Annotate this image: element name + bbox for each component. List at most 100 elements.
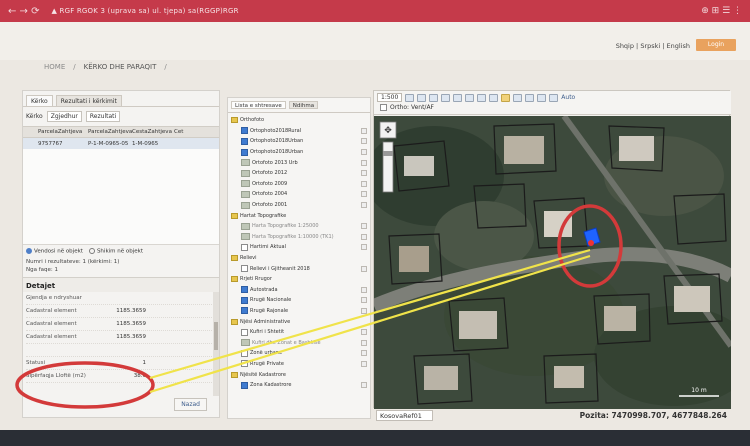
pan-arrows-icon[interactable]: ✥ bbox=[384, 126, 392, 136]
layer-node[interactable]: Ortofoto 2012 bbox=[231, 168, 367, 179]
auto-toggle[interactable]: Auto bbox=[561, 94, 575, 101]
layer-options-icon[interactable] bbox=[361, 286, 367, 293]
layer-node[interactable]: Rrugë Nacionale bbox=[231, 295, 367, 306]
layer-checkbox[interactable] bbox=[241, 243, 248, 251]
layer-options-icon[interactable] bbox=[361, 265, 367, 272]
layer-node[interactable]: Zona Kadastrore bbox=[231, 380, 367, 391]
scrollbar-thumb[interactable] bbox=[214, 321, 218, 350]
layer-checkbox-checked[interactable] bbox=[241, 286, 248, 294]
layer-checkbox[interactable] bbox=[241, 360, 248, 368]
layer-checkbox-checked[interactable] bbox=[241, 137, 248, 145]
layer-options-icon[interactable] bbox=[361, 350, 367, 357]
folder-icon[interactable] bbox=[231, 276, 238, 283]
layer-checkbox[interactable] bbox=[241, 349, 248, 357]
folder-icon[interactable] bbox=[231, 318, 238, 325]
tab-search-results[interactable]: Rezultati i kërkimit bbox=[55, 95, 122, 106]
zoom-in-icon[interactable] bbox=[405, 93, 415, 102]
layer-node[interactable]: Rrugë Private bbox=[231, 359, 367, 370]
radio-option-2[interactable]: Shikim në objekt bbox=[88, 248, 143, 255]
grid-col-4[interactable]: Cet bbox=[174, 129, 194, 135]
radio-option-1[interactable]: Vendosi në objekt bbox=[26, 248, 83, 255]
layer-node[interactable]: Ortofoto 2004 bbox=[231, 189, 367, 200]
layer-options-icon[interactable] bbox=[361, 138, 367, 145]
layer-checkbox-checked[interactable] bbox=[241, 148, 248, 156]
toolbar-checkbox[interactable] bbox=[380, 104, 387, 111]
zoom-slider[interactable] bbox=[382, 141, 394, 193]
layer-options-icon[interactable] bbox=[361, 149, 367, 156]
browser-actions[interactable]: ⊕ ⊞ ☰ ⋮ bbox=[701, 6, 742, 16]
folder-icon[interactable] bbox=[231, 212, 238, 219]
layer-node[interactable]: Ortofoto 2001 bbox=[231, 200, 367, 211]
export-icon[interactable] bbox=[537, 93, 547, 102]
layer-checkbox-checked[interactable] bbox=[241, 127, 248, 135]
layer-node[interactable]: Rrugë Rajonale bbox=[231, 306, 367, 317]
layer-options-icon[interactable] bbox=[361, 159, 367, 166]
layer-node[interactable]: Ortofoto 2009 bbox=[231, 179, 367, 190]
map-pin-icon[interactable] bbox=[588, 240, 594, 246]
layer-options-icon[interactable] bbox=[361, 223, 367, 230]
layer-options-icon[interactable] bbox=[361, 382, 367, 389]
layer-node[interactable]: Autostrada bbox=[231, 285, 367, 296]
home-icon[interactable] bbox=[453, 93, 463, 102]
layer-options-icon[interactable] bbox=[361, 339, 367, 346]
layer-node[interactable]: Njësitë Kadastrore bbox=[231, 369, 367, 380]
layer-options-icon[interactable] bbox=[361, 191, 367, 198]
forward-icon[interactable] bbox=[489, 93, 499, 102]
layer-options-icon[interactable] bbox=[361, 360, 367, 367]
layer-options-icon[interactable] bbox=[361, 180, 367, 187]
radio-selected-icon[interactable] bbox=[26, 248, 32, 254]
tab-layer-list[interactable]: Lista e shtresave bbox=[231, 101, 286, 109]
zoom-out-icon[interactable] bbox=[417, 93, 427, 102]
radio-icon[interactable] bbox=[88, 248, 95, 254]
layer-node[interactable]: Hartimi Aktual bbox=[231, 242, 367, 253]
address-bar[interactable]: ▲ RGF RGOK 3 (uprava sa) ul. tjepa) sa(R… bbox=[52, 7, 239, 15]
layer-options-icon[interactable] bbox=[361, 329, 367, 336]
layer-checkbox-checked[interactable] bbox=[241, 296, 248, 304]
layer-node[interactable]: Harta Topografike 1:25000 bbox=[231, 221, 367, 232]
language-switcher[interactable]: Shqip | Srpski | English bbox=[616, 42, 690, 50]
folder-icon[interactable] bbox=[231, 255, 238, 262]
layer-options-icon[interactable] bbox=[361, 307, 367, 314]
grid-col-3[interactable]: CestaZahtjeva bbox=[132, 129, 174, 135]
tab-search[interactable]: Kërko bbox=[26, 95, 53, 106]
folder-icon[interactable] bbox=[231, 117, 238, 124]
layer-node[interactable]: Rrjeti Rrugor bbox=[231, 274, 367, 285]
layer-node[interactable]: Orthofoto bbox=[231, 115, 367, 126]
back-button[interactable]: Nazad bbox=[174, 398, 207, 411]
grid-col-2[interactable]: ParcelaZahtjeva bbox=[88, 129, 132, 135]
layer-checkbox-checked[interactable] bbox=[241, 381, 248, 389]
layer-node[interactable]: Ortofoto 2013 Urb bbox=[231, 157, 367, 168]
layer-node[interactable]: Hartat Topografike bbox=[231, 210, 367, 221]
layer-options-icon[interactable] bbox=[361, 202, 367, 209]
layer-checkbox[interactable] bbox=[241, 328, 248, 336]
layer-options-icon[interactable] bbox=[361, 297, 367, 304]
layer-node[interactable]: Relievi i Gjitheanit 2018 bbox=[231, 263, 367, 274]
layer-node[interactable]: Ortophoto2018Rural bbox=[231, 126, 367, 137]
layer-options-icon[interactable] bbox=[361, 233, 367, 240]
search-select[interactable]: Zgjedhur bbox=[46, 111, 82, 122]
pan-icon[interactable] bbox=[429, 93, 439, 102]
layer-options-icon[interactable] bbox=[361, 170, 367, 177]
grid-col-1[interactable]: ParcelaZahtjeva bbox=[38, 129, 88, 135]
projection-select[interactable]: KosovaRef01 bbox=[376, 409, 433, 421]
identify-icon[interactable] bbox=[501, 93, 511, 102]
layer-node[interactable]: Ortophoto2018Urban bbox=[231, 147, 367, 158]
layer-node[interactable]: Harta Topografike 1:10000 (TK1) bbox=[231, 232, 367, 243]
layers-icon[interactable] bbox=[549, 93, 559, 102]
folder-icon[interactable] bbox=[231, 371, 238, 378]
print-icon[interactable] bbox=[525, 93, 535, 102]
full-extent-icon[interactable] bbox=[441, 93, 451, 102]
browser-nav-icons[interactable]: ← → ⟳ bbox=[8, 6, 40, 17]
select-icon[interactable] bbox=[513, 93, 523, 102]
layer-node[interactable]: Njësi Administrative bbox=[231, 316, 367, 327]
scale-select[interactable]: 1:500 bbox=[377, 93, 403, 102]
measure-icon[interactable] bbox=[465, 93, 475, 102]
search-field[interactable]: Rezultati bbox=[85, 111, 121, 122]
back-icon[interactable] bbox=[477, 93, 487, 102]
layer-checkbox[interactable] bbox=[241, 265, 248, 273]
tab-help[interactable]: Ndihma bbox=[288, 101, 319, 109]
layer-options-icon[interactable] bbox=[361, 127, 367, 134]
breadcrumb-home[interactable]: HOME bbox=[44, 63, 65, 71]
layer-options-icon[interactable] bbox=[361, 244, 367, 251]
layer-node[interactable]: Ortophoto2018Urban bbox=[231, 136, 367, 147]
